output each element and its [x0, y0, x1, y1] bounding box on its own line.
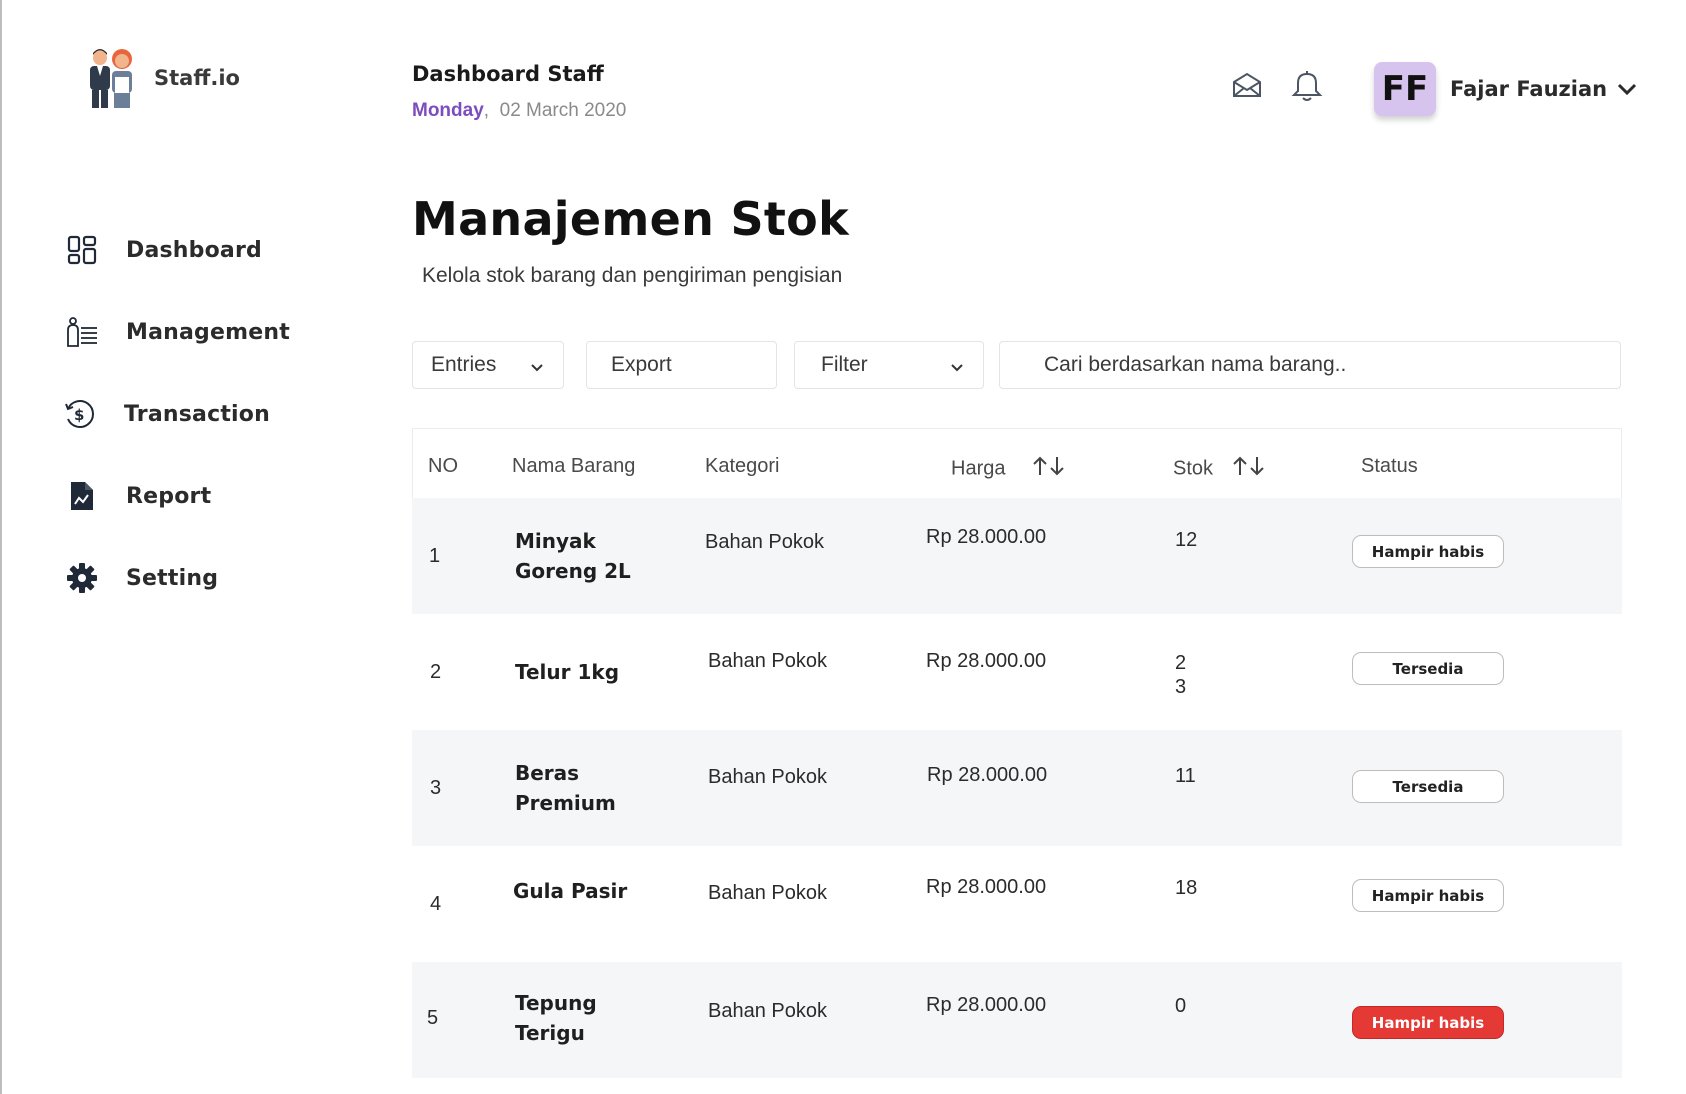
- header-date-value: 02 March 2020: [499, 100, 627, 121]
- header-day: Monday: [412, 100, 484, 121]
- gear-icon: [64, 560, 100, 596]
- cell-harga: Rp 28.000.00: [927, 764, 1048, 786]
- stock-table: NO Nama Barang Kategori Harga Stok Statu…: [412, 428, 1622, 1078]
- list-user-icon: [64, 314, 100, 350]
- sidebar-nav: Dashboard Management $ Transaction Repor…: [64, 230, 364, 640]
- cell-stok: 11: [1175, 765, 1196, 787]
- cell-nama: Minyak Goreng 2L: [515, 529, 631, 583]
- cell-stok: 23: [1175, 652, 1187, 698]
- cell-stok: 12: [1175, 529, 1198, 551]
- export-button[interactable]: Export: [586, 341, 777, 389]
- cell-no: 5: [427, 1007, 439, 1029]
- filter-label: Filter: [821, 353, 868, 376]
- cell-nama: Tepung Terigu: [515, 991, 597, 1045]
- header-actions: [1228, 66, 1326, 104]
- user-menu[interactable]: FF Fajar Fauzian: [1374, 62, 1639, 116]
- page-title: Manajemen Stok: [412, 192, 849, 246]
- column-header-nama: Nama Barang: [512, 455, 636, 477]
- column-header-status: Status: [1361, 455, 1418, 477]
- sidebar-item-label: Management: [126, 319, 290, 345]
- user-name: Fajar Fauzian: [1450, 77, 1608, 101]
- cell-stok: 18: [1175, 877, 1198, 899]
- sidebar-item-report[interactable]: Report: [64, 476, 364, 516]
- table-row[interactable]: 3 Beras Premium Bahan Pokok Rp 28.000.00…: [412, 730, 1622, 846]
- bell-icon[interactable]: [1288, 66, 1326, 104]
- cell-nama: Telur 1kg: [515, 660, 620, 684]
- column-header-no: NO: [428, 455, 458, 477]
- status-badge: Tersedia: [1352, 770, 1504, 803]
- entries-label: Entries: [431, 353, 497, 376]
- sort-icon[interactable]: [1231, 455, 1267, 483]
- table-row[interactable]: 4 Gula Pasir Bahan Pokok Rp 28.000.00 18…: [412, 846, 1622, 962]
- cell-no: 4: [430, 893, 442, 915]
- sidebar-item-management[interactable]: Management: [64, 312, 364, 352]
- mail-icon[interactable]: [1228, 66, 1266, 104]
- sidebar-item-label: Transaction: [124, 401, 270, 427]
- column-header-stok[interactable]: Stok: [1173, 455, 1267, 483]
- cell-harga: Rp 28.000.00: [926, 650, 1047, 672]
- status-badge: Hampir habis: [1352, 535, 1504, 568]
- window-border: [0, 0, 2, 1094]
- header-title: Dashboard Staff: [412, 62, 604, 86]
- grid-icon: [64, 232, 100, 268]
- avatar: FF: [1374, 62, 1436, 116]
- chevron-down-icon: [949, 357, 965, 373]
- cell-kategori: Bahan Pokok: [708, 766, 827, 788]
- sidebar-item-dashboard[interactable]: Dashboard: [64, 230, 364, 270]
- search-input[interactable]: [1044, 353, 1602, 377]
- cell-harga: Rp 28.000.00: [926, 876, 1047, 898]
- table-row[interactable]: 1 Minyak Goreng 2L Bahan Pokok Rp 28.000…: [412, 498, 1622, 614]
- cell-kategori: Bahan Pokok: [708, 1000, 827, 1022]
- column-header-stok-label: Stok: [1173, 457, 1214, 480]
- table-header: NO Nama Barang Kategori Harga Stok Statu…: [412, 428, 1622, 498]
- chevron-down-icon: [529, 357, 545, 373]
- status-badge: Hampir habis: [1352, 1006, 1504, 1039]
- brand-name: Staff.io: [154, 66, 240, 90]
- dollar-refresh-icon: $: [62, 396, 98, 432]
- sidebar-item-label: Setting: [126, 565, 219, 591]
- header-date: Monday, 02 March 2020: [412, 100, 627, 121]
- svg-text:$: $: [74, 406, 84, 424]
- column-header-harga[interactable]: Harga: [951, 455, 1067, 483]
- cell-kategori: Bahan Pokok: [708, 882, 827, 904]
- cell-no: 1: [429, 545, 441, 567]
- cell-kategori: Bahan Pokok: [708, 650, 827, 672]
- cell-no: 2: [430, 661, 442, 683]
- table-row[interactable]: 5 Tepung Terigu Bahan Pokok Rp 28.000.00…: [412, 962, 1622, 1078]
- sidebar-item-label: Report: [126, 483, 212, 509]
- chevron-down-icon: [1615, 77, 1639, 101]
- cell-harga: Rp 28.000.00: [926, 526, 1047, 548]
- sidebar-item-setting[interactable]: Setting: [64, 558, 364, 598]
- cell-harga: Rp 28.000.00: [926, 994, 1047, 1016]
- staff-logo-icon: [84, 46, 140, 110]
- cell-kategori: Bahan Pokok: [705, 531, 824, 553]
- cell-nama: Gula Pasir: [513, 879, 628, 903]
- filter-select[interactable]: Filter: [794, 341, 984, 389]
- column-header-harga-label: Harga: [951, 457, 1006, 480]
- column-header-kategori: Kategori: [705, 455, 780, 477]
- entries-select[interactable]: Entries: [412, 341, 564, 389]
- cell-stok: 0: [1175, 995, 1187, 1017]
- table-row[interactable]: 2 Telur 1kg Bahan Pokok Rp 28.000.00 23 …: [412, 614, 1622, 730]
- cell-nama: Beras Premium: [515, 761, 616, 815]
- sidebar-item-label: Dashboard: [126, 237, 262, 263]
- status-badge: Hampir habis: [1352, 879, 1504, 912]
- cell-no: 3: [430, 777, 442, 799]
- sort-icon[interactable]: [1031, 455, 1067, 483]
- status-badge: Tersedia: [1352, 652, 1504, 685]
- search-box[interactable]: [999, 341, 1621, 389]
- brand-logo[interactable]: Staff.io: [84, 46, 240, 110]
- export-label: Export: [611, 353, 672, 376]
- sidebar-item-transaction[interactable]: $ Transaction: [62, 394, 364, 434]
- report-file-icon: [64, 478, 100, 514]
- page-subtitle: Kelola stok barang dan pengiriman pengis…: [422, 264, 843, 287]
